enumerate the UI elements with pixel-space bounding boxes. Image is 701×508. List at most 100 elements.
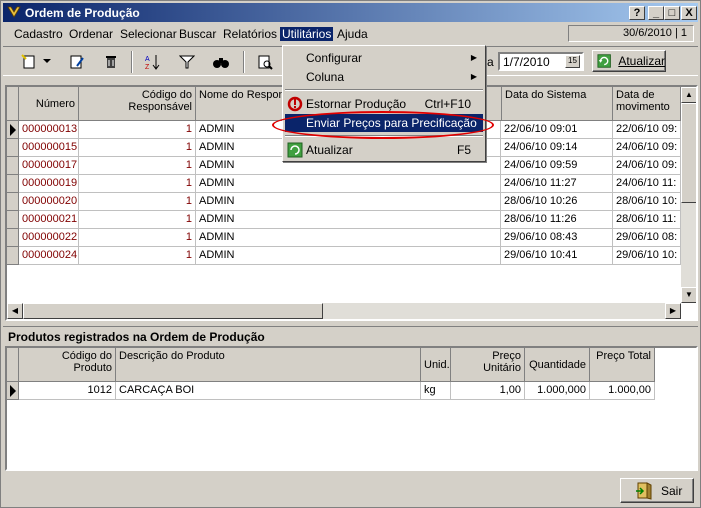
scroll-left-arrow-icon[interactable]: ◀ [7, 303, 23, 319]
filter-icon[interactable] [175, 51, 199, 73]
row-indicator[interactable] [7, 229, 19, 247]
table-cell-codigo[interactable]: 1 [79, 193, 196, 211]
table-cell-numero[interactable]: 000000017 [19, 157, 79, 175]
table-cell-numero[interactable]: 000000019 [19, 175, 79, 193]
table-cell-numero[interactable]: 000000015 [19, 139, 79, 157]
table-cell-nome[interactable]: ADMIN [196, 211, 501, 229]
table-cell-data_mov[interactable]: 22/06/10 09: [613, 121, 681, 139]
menu-relatorios[interactable]: Relatórios [223, 27, 277, 41]
table-cell-numero[interactable]: 000000013 [19, 121, 79, 139]
menu-selecionar[interactable]: Selecionar [120, 27, 177, 41]
table-cell-data_sistema[interactable]: 22/06/10 09:01 [501, 121, 613, 139]
orders-vscrollbar[interactable]: ▲ ▼ [681, 87, 696, 303]
table-cell-data_sistema[interactable]: 28/06/10 11:26 [501, 211, 613, 229]
scroll-right-arrow-icon[interactable]: ▶ [665, 303, 681, 319]
exit-button[interactable]: Sair [620, 478, 694, 503]
minimize-button[interactable]: _ [648, 6, 664, 20]
table-cell-codigo[interactable]: 1012 [19, 382, 116, 400]
col-header-codigo[interactable]: Código do Responsável [79, 87, 196, 121]
row-indicator[interactable] [7, 193, 19, 211]
table-cell-nome[interactable]: ADMIN [196, 247, 501, 265]
table-cell-descricao[interactable]: CARCAÇA BOI [116, 382, 421, 400]
col-header-preco-unitario[interactable]: Preço Unitário [451, 348, 525, 382]
table-cell-numero[interactable]: 000000021 [19, 211, 79, 229]
col-header-quantidade[interactable]: Quantidade [525, 348, 590, 382]
menu-utilitarios[interactable]: Utilitários [280, 27, 334, 41]
dd-item-configurar[interactable]: Configurar ▶ [285, 49, 483, 67]
col-header-numero[interactable]: Número [19, 87, 79, 121]
date-input[interactable]: 1/7/2010 15 [498, 52, 584, 71]
table-cell-data_mov[interactable]: 29/06/10 10: [613, 247, 681, 265]
table-cell-unid[interactable]: kg [421, 382, 451, 400]
row-indicator[interactable] [7, 121, 19, 139]
edit-icon[interactable] [65, 51, 89, 73]
table-cell-data_sistema[interactable]: 28/06/10 10:26 [501, 193, 613, 211]
table-cell-codigo[interactable]: 1 [79, 229, 196, 247]
update-button[interactable]: Atualizar [592, 50, 666, 72]
table-cell-data_sistema[interactable]: 29/06/10 10:41 [501, 247, 613, 265]
delete-icon[interactable] [99, 51, 123, 73]
dd-item-enviar-precos[interactable]: Enviar Preços para Precificação [285, 114, 483, 132]
table-cell-data_mov[interactable]: 28/06/10 11: [613, 211, 681, 229]
dd-item-atualizar[interactable]: Atualizar F5 [285, 141, 483, 159]
table-cell-quantidade[interactable]: 1.000,000 [525, 382, 590, 400]
menu-buscar[interactable]: Buscar [179, 27, 216, 41]
row-indicator[interactable] [7, 139, 19, 157]
scroll-up-arrow-icon[interactable]: ▲ [681, 87, 696, 103]
table-cell-codigo[interactable]: 1 [79, 211, 196, 229]
table-cell-codigo[interactable]: 1 [79, 247, 196, 265]
table-cell-nome[interactable]: ADMIN [196, 193, 501, 211]
row-indicator[interactable] [7, 211, 19, 229]
help-button[interactable]: ? [629, 6, 645, 20]
col-header-codigo-produto[interactable]: Código do Produto [19, 348, 116, 382]
table-cell-codigo[interactable]: 1 [79, 175, 196, 193]
table-cell-numero[interactable]: 000000024 [19, 247, 79, 265]
menu-ajuda[interactable]: Ajuda [337, 27, 368, 41]
table-cell-data_mov[interactable]: 24/06/10 09: [613, 157, 681, 175]
col-header-unid[interactable]: Unid. [421, 348, 451, 382]
hscroll-thumb[interactable] [23, 303, 323, 319]
report-icon[interactable] [253, 51, 277, 73]
col-header-preco-total[interactable]: Preço Total [590, 348, 655, 382]
row-indicator[interactable] [7, 382, 19, 400]
close-button[interactable]: X [681, 6, 697, 20]
table-cell-data_mov[interactable]: 24/06/10 11: [613, 175, 681, 193]
table-cell-data_mov[interactable]: 28/06/10 10: [613, 193, 681, 211]
dd-label: Enviar Preços para Precificação [306, 116, 477, 130]
table-cell-data_mov[interactable]: 29/06/10 08: [613, 229, 681, 247]
table-cell-data_sistema[interactable]: 29/06/10 08:43 [501, 229, 613, 247]
new-icon[interactable] [17, 51, 41, 73]
col-header-data-sistema[interactable]: Data do Sistema [501, 87, 613, 121]
calendar-icon[interactable]: 15 [565, 55, 580, 68]
row-indicator[interactable] [7, 157, 19, 175]
table-cell-numero[interactable]: 000000020 [19, 193, 79, 211]
sort-az-icon[interactable]: AZ [141, 51, 165, 73]
table-cell-nome[interactable]: ADMIN [196, 175, 501, 193]
scroll-thumb[interactable] [681, 103, 696, 203]
binoculars-icon[interactable] [209, 51, 233, 73]
dd-item-coluna[interactable]: Coluna ▶ [285, 68, 483, 86]
dd-item-estornar-producao[interactable]: Estornar Produção Ctrl+F10 [285, 95, 483, 113]
table-cell-codigo[interactable]: 1 [79, 157, 196, 175]
menu-cadastro[interactable]: Cadastro [14, 27, 63, 41]
dd-shortcut: F5 [456, 143, 471, 157]
table-cell-numero[interactable]: 000000022 [19, 229, 79, 247]
table-cell-data_sistema[interactable]: 24/06/10 09:14 [501, 139, 613, 157]
table-cell-data_sistema[interactable]: 24/06/10 09:59 [501, 157, 613, 175]
table-cell-preco_total[interactable]: 1.000,00 [590, 382, 655, 400]
menu-ordenar[interactable]: Ordenar [69, 27, 113, 41]
row-indicator[interactable] [7, 247, 19, 265]
table-cell-nome[interactable]: ADMIN [196, 229, 501, 247]
orders-hscrollbar[interactable]: ◀ ▶ [7, 303, 681, 319]
table-cell-data_sistema[interactable]: 24/06/10 11:27 [501, 175, 613, 193]
row-indicator[interactable] [7, 175, 19, 193]
table-cell-codigo[interactable]: 1 [79, 139, 196, 157]
scroll-down-arrow-icon[interactable]: ▼ [681, 287, 696, 303]
maximize-button[interactable]: □ [664, 6, 680, 20]
table-cell-codigo[interactable]: 1 [79, 121, 196, 139]
col-header-data-movimento[interactable]: Data de movimento [613, 87, 681, 121]
col-header-descricao[interactable]: Descrição do Produto [116, 348, 421, 382]
new-dropdown-arrow[interactable] [41, 51, 53, 73]
table-cell-preco_unit[interactable]: 1,00 [451, 382, 525, 400]
table-cell-data_mov[interactable]: 24/06/10 09: [613, 139, 681, 157]
